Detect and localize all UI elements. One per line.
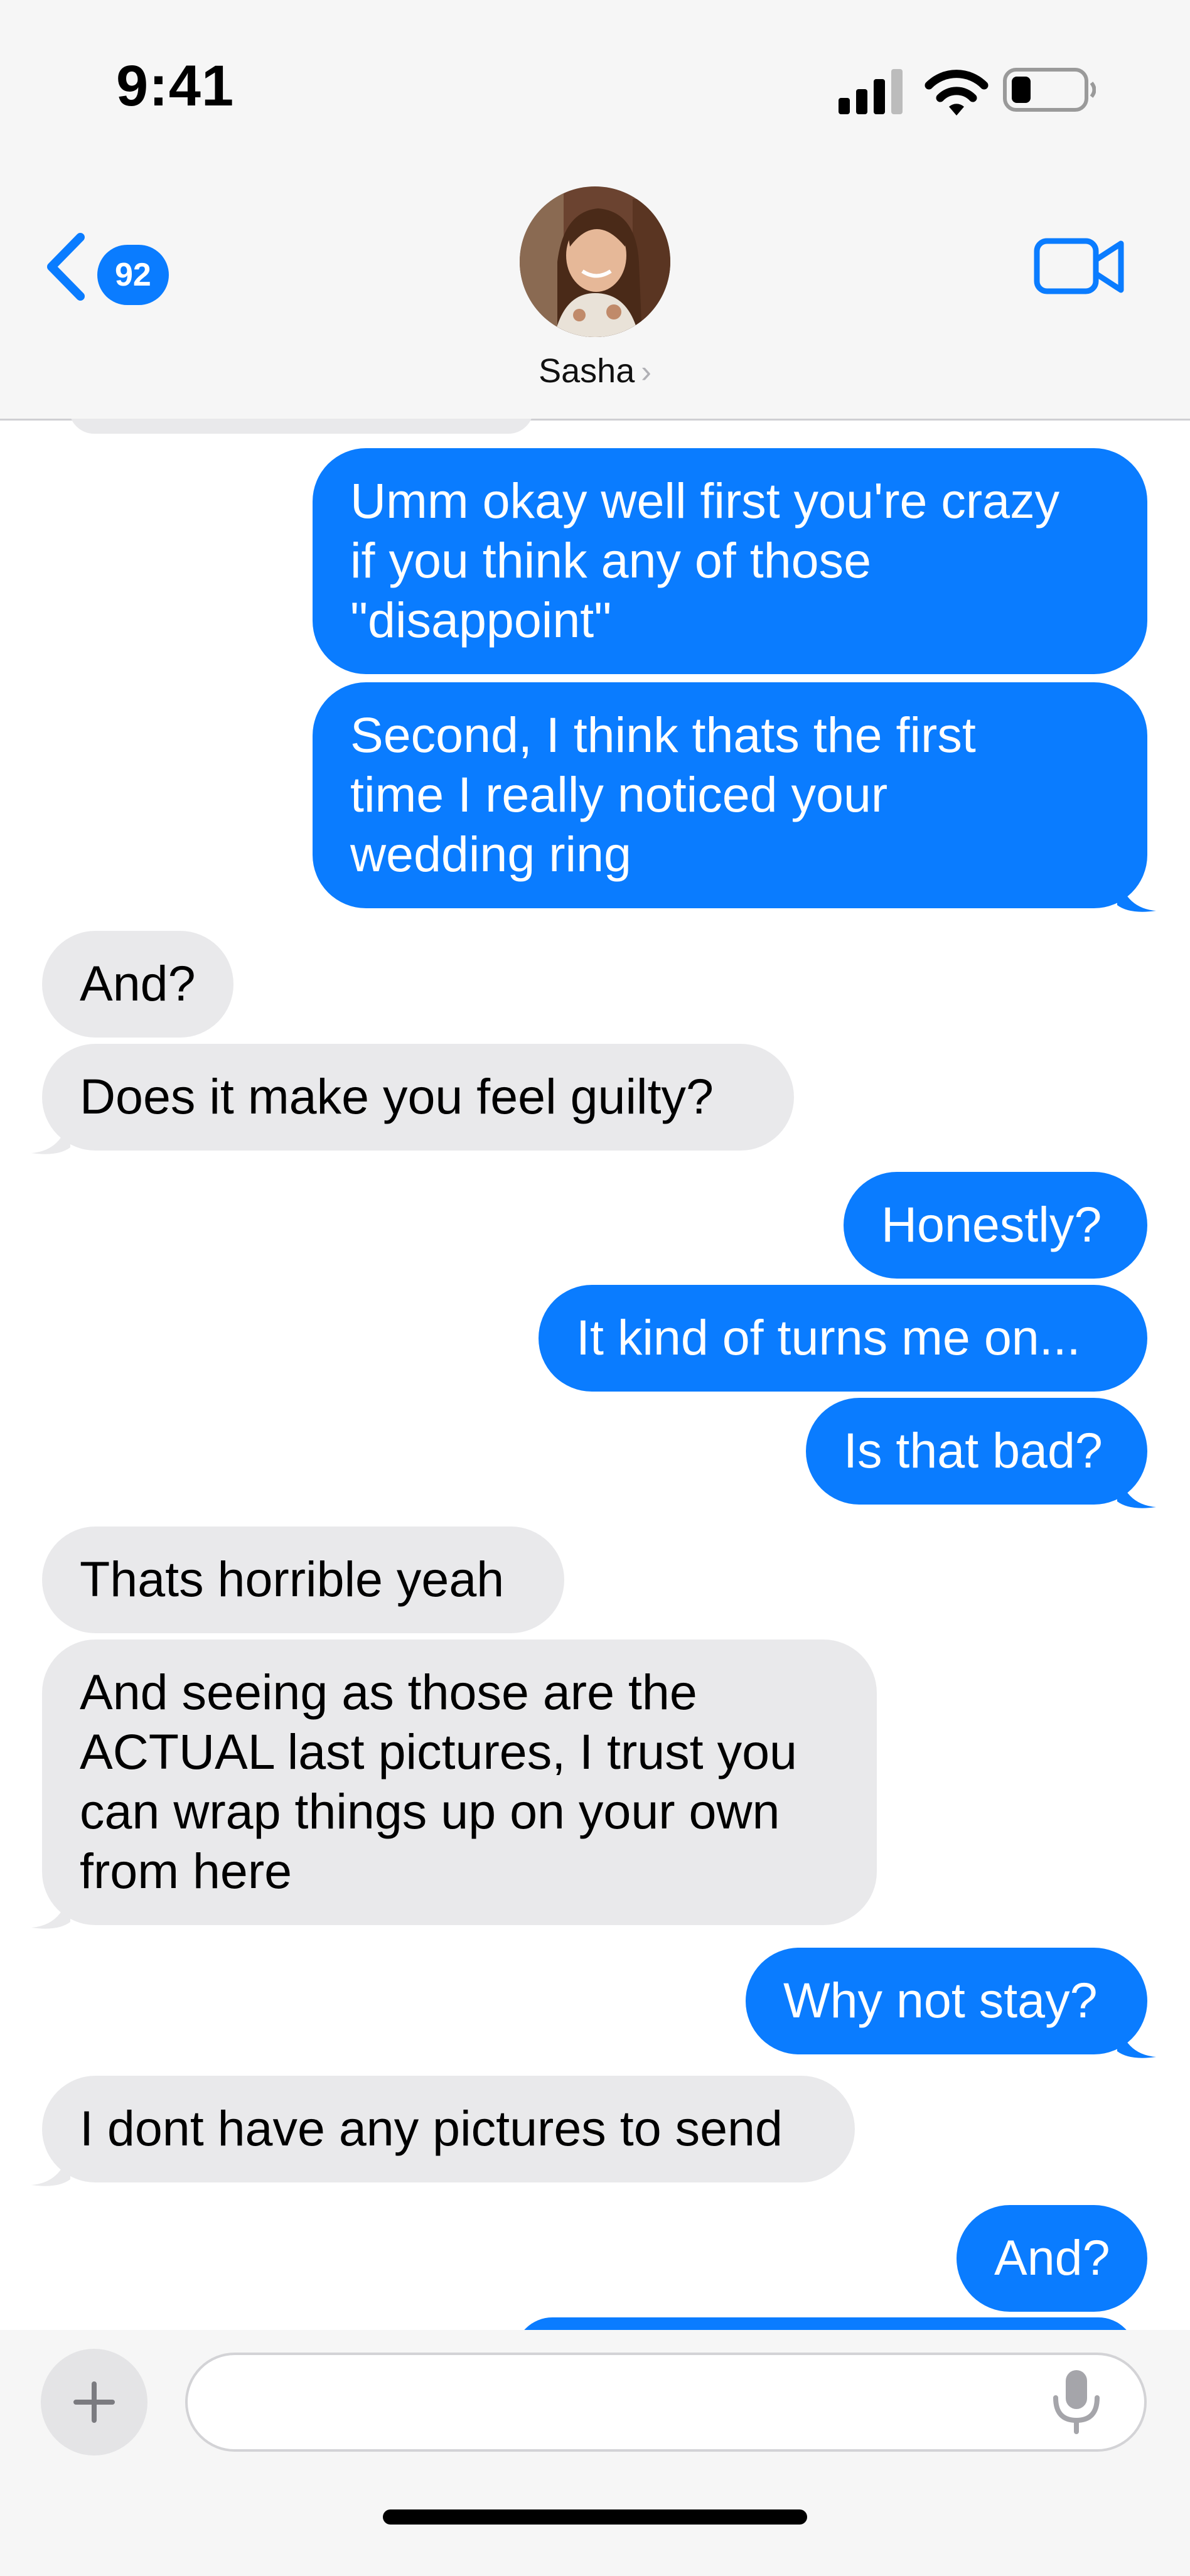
unread-count-badge: 92 — [97, 245, 169, 305]
back-button[interactable]: 92 — [44, 226, 176, 305]
sent-message-bubble[interactable]: And? — [957, 2205, 1147, 2312]
dictation-button[interactable] — [1048, 2368, 1105, 2437]
partial-sent-bubble — [515, 2317, 1136, 2330]
battery-icon — [1003, 68, 1096, 112]
sent-message-bubble[interactable]: Why not stay? — [746, 1948, 1147, 2054]
received-bubble-tail — [31, 2145, 70, 2186]
received-message-bubble[interactable]: And seeing as those are the ACTUAL last … — [42, 1640, 877, 1925]
partial-received-bubble — [69, 419, 533, 434]
sent-bubble-tail — [1117, 1467, 1156, 1508]
wifi-icon — [925, 70, 989, 115]
contact-name: Sasha — [539, 352, 635, 390]
received-message-bubble[interactable]: I dont have any pictures to send — [42, 2076, 855, 2182]
received-message-bubble[interactable]: Thats horrible yeah — [42, 1527, 564, 1633]
status-icons — [839, 63, 1096, 119]
status-bar: 9:41 — [0, 0, 1190, 163]
message-input[interactable] — [185, 2353, 1147, 2452]
received-message-bubble[interactable]: And? — [42, 931, 233, 1038]
contact-name-button[interactable]: Sasha › — [0, 352, 1190, 390]
status-time: 9:41 — [116, 54, 235, 118]
add-attachment-button[interactable] — [41, 2349, 147, 2455]
facetime-video-button[interactable] — [1033, 232, 1127, 301]
message-thread[interactable]: Umm okay well first you're crazy if you … — [0, 419, 1190, 2330]
sent-message-bubble[interactable]: It kind of turns me on... — [539, 1285, 1147, 1392]
home-indicator[interactable] — [383, 2509, 807, 2525]
video-camera-icon — [1034, 238, 1124, 294]
plus-icon — [73, 2381, 115, 2423]
sent-message-bubble[interactable]: Is that bad? — [806, 1398, 1147, 1505]
sent-bubble-tail — [1117, 2017, 1156, 2058]
sent-bubble-tail — [1117, 871, 1156, 912]
received-message-bubble[interactable]: Does it make you feel guilty? — [42, 1044, 794, 1151]
microphone-icon — [1053, 2370, 1100, 2434]
chevron-right-icon: › — [641, 354, 651, 389]
conversation-header: 92 Sasha › — [0, 163, 1190, 421]
compose-bar — [0, 2330, 1190, 2576]
received-bubble-tail — [31, 1113, 70, 1154]
cellular-signal-icon — [839, 69, 903, 114]
chevron-left-icon — [47, 233, 85, 301]
contact-avatar[interactable] — [520, 186, 670, 337]
received-bubble-tail — [31, 1887, 70, 1929]
sent-message-bubble[interactable]: Second, I think thats the first time I r… — [313, 682, 1147, 908]
sent-message-bubble[interactable]: Umm okay well first you're crazy if you … — [313, 448, 1147, 674]
sent-message-bubble[interactable]: Honestly? — [844, 1172, 1147, 1279]
